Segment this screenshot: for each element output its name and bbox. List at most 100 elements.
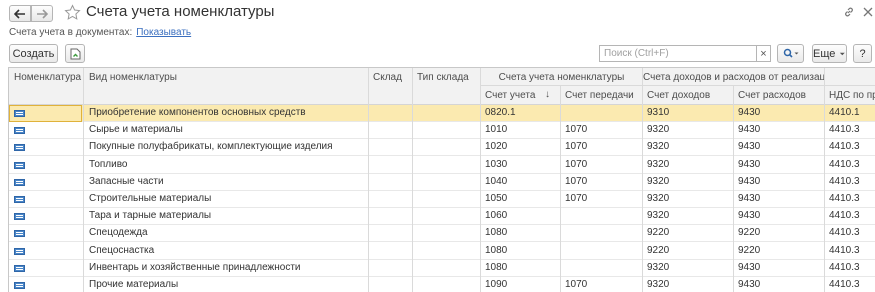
cell-kind: Строительные материалы	[89, 193, 212, 204]
cell-kind: Спецоснастка	[89, 244, 155, 256]
title-bar: Счета учета номенклатуры	[0, 0, 875, 26]
cell-income-account: 9220	[647, 227, 670, 239]
column-kind[interactable]: Вид номенклатуры	[89, 72, 364, 83]
back-button[interactable]	[9, 5, 31, 22]
show-link[interactable]: Показывать	[136, 27, 191, 38]
table-row[interactable]: Инвентарь и хозяйственные принадлежности…	[9, 260, 875, 277]
list-item-icon	[14, 213, 25, 221]
cell-expense-account: 9220	[738, 244, 761, 256]
cell-account: 1080	[485, 227, 508, 239]
cell-vat: 4410.3	[829, 227, 860, 239]
table-row[interactable]: Запасные части 1040 1070 9320 9430 4410.3	[9, 174, 875, 191]
star-icon[interactable]	[64, 4, 81, 21]
cell-income-account: 9320	[647, 175, 670, 187]
list-item-icon	[14, 230, 25, 238]
list-item-icon	[14, 161, 25, 169]
cell-account: 1030	[485, 158, 508, 170]
cell-income-account: 9320	[647, 124, 670, 136]
forward-button[interactable]	[31, 5, 53, 22]
cell-income-account: 9320	[647, 141, 670, 153]
cell-expense-account: 9430	[738, 279, 761, 290]
list-item-icon	[14, 196, 25, 203]
cell-transfer-account: 1070	[565, 193, 588, 204]
copy-file-icon	[70, 48, 80, 59]
column-group-income-expense: Счета доходов и расходов от реализации	[643, 72, 824, 83]
create-button[interactable]: Создать	[9, 44, 58, 63]
clear-search-button[interactable]: ×	[757, 45, 771, 62]
cell-transfer-account: 1070	[565, 124, 588, 136]
cell-kind: Сырье и материалы	[89, 124, 183, 136]
page-title: Счета учета номенклатуры	[86, 3, 275, 20]
cell-income-account: 9320	[647, 261, 670, 273]
table-row[interactable]: Покупные полуфабрикаты, комплектующие из…	[9, 139, 875, 157]
list-item-icon	[14, 178, 25, 186]
cell-transfer-account: 1070	[565, 175, 588, 187]
table-row[interactable]: Строительные материалы 1050 1070 9320 9430 44…	[9, 191, 875, 208]
cell-account: 1040	[485, 175, 508, 187]
cell-vat: 4410.3	[829, 193, 860, 204]
column-vat[interactable]: НДС по при	[829, 90, 875, 101]
search-field[interactable]	[599, 45, 757, 62]
cell-vat: 4410.3	[829, 158, 860, 170]
cell-account: 1090	[485, 279, 508, 290]
documents-accounts-label: Счета учета в документах:	[9, 27, 133, 38]
cell-vat: 4410.1	[829, 107, 860, 118]
cell-income-account: 9320	[647, 279, 670, 290]
cell-kind: Тара и тарные материалы	[89, 210, 212, 222]
list-item-icon	[14, 264, 25, 272]
cell-kind: Инвентарь и хозяйственные принадлежности	[89, 261, 301, 273]
table-row[interactable]: Тара и тарные материалы 1060 9320 9430 4410.…	[9, 208, 875, 226]
table-row[interactable]: Сырье и материалы 1010 1070 9320 9430 4410.3	[9, 122, 875, 140]
cell-transfer-account: 1070	[565, 279, 588, 290]
column-warehouse-type[interactable]: Тип склада	[417, 72, 480, 83]
cell-transfer-account: 1070	[565, 141, 588, 153]
cell-expense-account: 9430	[738, 210, 761, 222]
column-divider	[733, 85, 734, 292]
column-divider	[642, 68, 643, 292]
column-transfer-account[interactable]: Счет передачи	[565, 90, 641, 101]
table-row[interactable]: Прочие материалы 1090 1070 9320 9430 4410.3	[9, 277, 875, 292]
cell-account: 1010	[485, 124, 508, 136]
more-label: Еще	[813, 47, 836, 60]
help-button[interactable]: ?	[853, 44, 872, 63]
column-income-account[interactable]: Счет доходов	[647, 90, 732, 101]
cell-expense-account: 9430	[738, 261, 761, 273]
column-nomenclature[interactable]: Номенклатура	[14, 72, 84, 83]
cell-income-account: 9310	[647, 107, 670, 118]
column-group-accounts: Счета учета номенклатуры	[498, 72, 625, 83]
arrow-right-icon	[37, 8, 48, 19]
column-divider	[368, 68, 369, 292]
link-icon[interactable]	[843, 6, 855, 18]
close-icon[interactable]	[862, 6, 874, 18]
cell-expense-account: 9430	[738, 107, 761, 118]
cell-kind: Спецодежда	[89, 227, 148, 239]
cell-expense-account: 9430	[738, 175, 761, 187]
column-divider	[824, 68, 825, 292]
more-button[interactable]: Еще	[812, 44, 847, 63]
cell-expense-account: 9220	[738, 227, 761, 239]
cell-account: 1060	[485, 210, 508, 222]
column-expense-account[interactable]: Счет расходов	[738, 90, 823, 101]
column-warehouse[interactable]: Склад	[373, 72, 411, 83]
cell-vat: 4410.3	[829, 141, 860, 153]
cell-vat: 4410.3	[829, 124, 860, 136]
column-divider	[412, 68, 413, 292]
column-account[interactable]: Счет учета	[485, 90, 545, 101]
search-button[interactable]	[777, 44, 804, 63]
table-row[interactable]: Приобретение компонентов основных средст…	[9, 105, 875, 122]
table-row[interactable]: Спецодежда 1080 9220 9220 4410.3	[9, 225, 875, 243]
cell-kind: Запасные части	[89, 175, 164, 187]
cell-income-account: 9320	[647, 158, 670, 170]
cell-account: 1080	[485, 261, 508, 273]
cell-account: 1080	[485, 244, 508, 256]
table-header: Номенклатура Вид номенклатуры Склад Тип …	[9, 68, 875, 105]
cell-account: 1020	[485, 141, 508, 153]
sort-down-icon[interactable]: ↓	[545, 89, 557, 100]
search-input[interactable]	[600, 46, 756, 61]
copy-file-button[interactable]	[65, 44, 85, 63]
cell-expense-account: 9430	[738, 141, 761, 153]
list-item-icon	[14, 127, 25, 135]
table-row[interactable]: Топливо 1030 1070 9320 9430 4410.3	[9, 157, 875, 174]
table-row[interactable]: Спецоснастка 1080 9220 9220 4410.3	[9, 243, 875, 260]
column-divider	[560, 85, 561, 292]
